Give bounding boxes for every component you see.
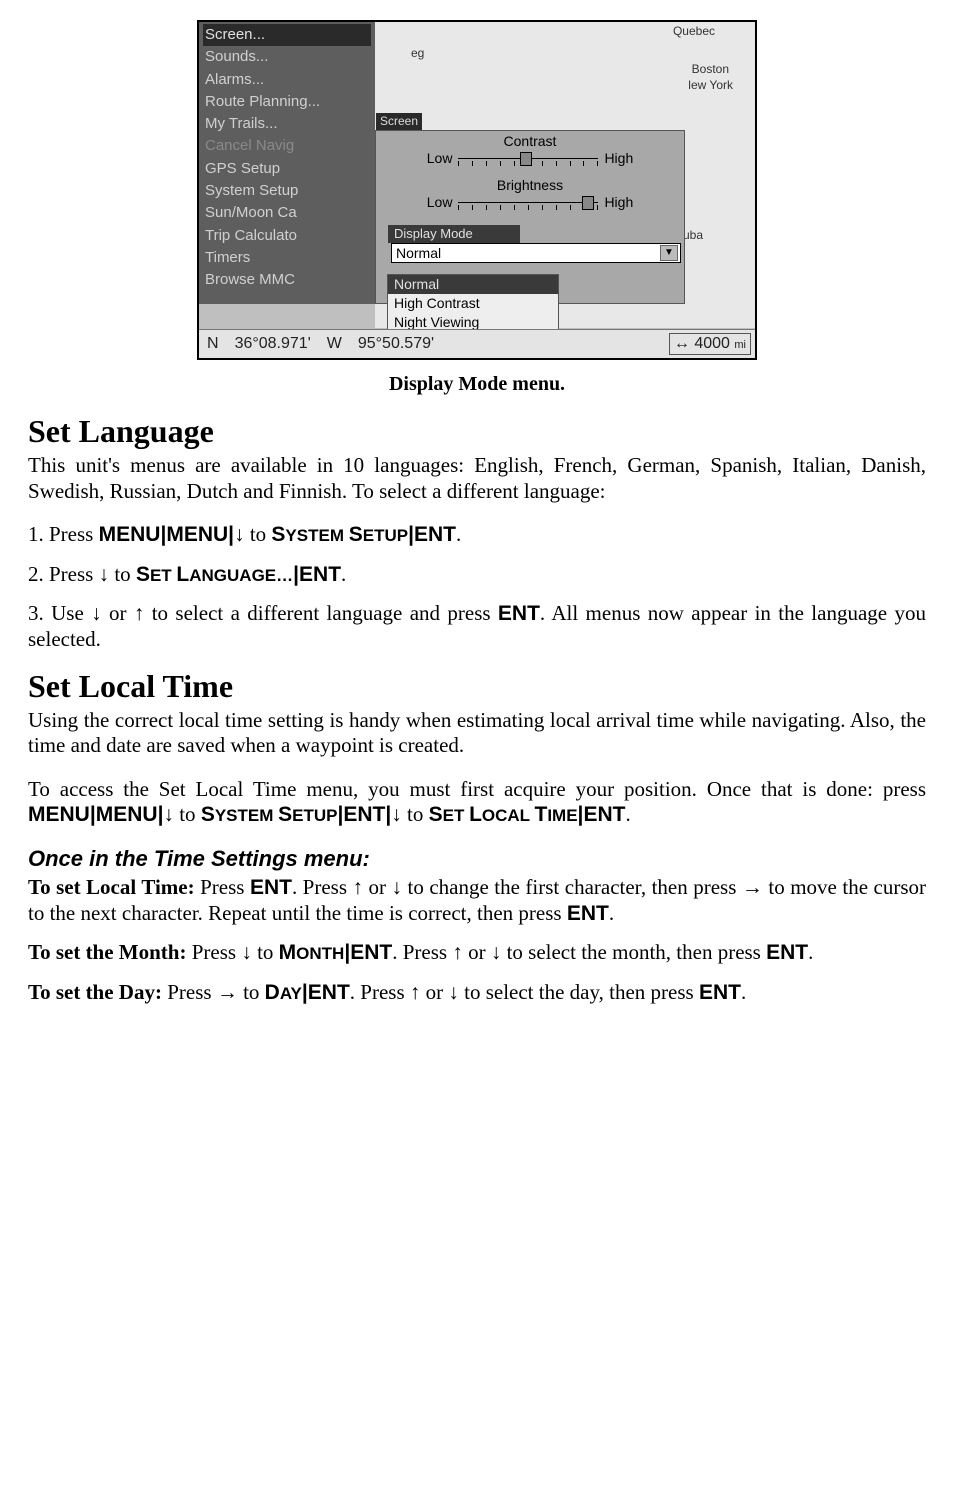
heading-set-local-time: Set Local Time xyxy=(28,667,926,706)
set-month-step: To set the Month: Press ↓ to MONTH|ENT. … xyxy=(28,940,926,966)
display-mode-current: Normal xyxy=(396,245,441,262)
menu-item-cancel-nav[interactable]: Cancel Navig xyxy=(203,135,371,157)
scale-arrow-icon: ↔ xyxy=(674,335,690,352)
contrast-slider-thumb[interactable] xyxy=(520,152,532,166)
screenshot-caption: Display Mode menu. xyxy=(28,372,926,396)
set-local-time-access: To access the Set Local Time menu, you m… xyxy=(28,777,926,828)
map-label-boston: Boston xyxy=(692,62,729,77)
contrast-slider[interactable] xyxy=(458,158,598,159)
display-mode-opt-normal[interactable]: Normal xyxy=(388,275,558,294)
contrast-label: Contrast xyxy=(376,133,684,150)
menu-item-my-trails[interactable]: My Trails... xyxy=(203,113,371,135)
set-language-step-2: 2. Press ↓ to SET LANGUAGE…|ENT. xyxy=(28,562,926,588)
brightness-slider-thumb[interactable] xyxy=(582,196,594,210)
lat-value: 36°08.971' xyxy=(227,334,319,354)
popup-title: Screen xyxy=(376,113,422,130)
menu-item-screen[interactable]: Screen... xyxy=(203,24,371,46)
scale-box: ↔ 4000 mi xyxy=(669,333,751,355)
set-local-time-intro: Using the correct local time setting is … xyxy=(28,708,926,759)
brightness-low-label: Low xyxy=(427,194,453,211)
set-language-intro: This unit's menus are available in 10 la… xyxy=(28,453,926,504)
lat-dir: N xyxy=(199,334,227,354)
menu-item-system-setup[interactable]: System Setup xyxy=(203,180,371,202)
menu-item-sounds[interactable]: Sounds... xyxy=(203,46,371,68)
menu-item-timers[interactable]: Timers xyxy=(203,247,371,269)
map-label-quebec: Quebec xyxy=(673,24,715,39)
display-mode-opt-high-contrast[interactable]: High Contrast xyxy=(388,294,558,313)
scale-unit: mi xyxy=(734,339,746,351)
heading-set-language: Set Language xyxy=(28,412,926,451)
lon-dir: W xyxy=(319,334,350,354)
scale-value: 4000 xyxy=(694,335,730,352)
map-label-eg: eg xyxy=(411,46,424,61)
display-mode-options: Normal High Contrast Night Viewing xyxy=(387,274,559,333)
menu-item-sun-moon[interactable]: Sun/Moon Ca xyxy=(203,202,371,224)
subheading-time-settings: Once in the Time Settings menu: xyxy=(28,846,926,873)
map-label-newyork: lew York xyxy=(688,78,733,93)
set-day-step: To set the Day: Press → to DAY|ENT. Pres… xyxy=(28,980,926,1006)
menu-item-gps-setup[interactable]: GPS Setup xyxy=(203,158,371,180)
display-mode-dropdown[interactable]: Normal ▼ xyxy=(391,243,681,263)
menu-item-browse-mmc[interactable]: Browse MMC xyxy=(203,269,371,291)
set-language-step-1: 1. Press MENU|MENU|↓ to SYSTEM SETUP|ENT… xyxy=(28,522,926,548)
lon-value: 95°50.579' xyxy=(350,334,442,354)
contrast-high-label: High xyxy=(604,150,633,167)
set-local-time-step: To set Local Time: Press ENT. Press ↑ or… xyxy=(28,875,926,926)
menu-item-alarms[interactable]: Alarms... xyxy=(203,69,371,91)
display-mode-label: Display Mode xyxy=(388,225,520,243)
brightness-slider[interactable] xyxy=(458,202,598,203)
system-menu: Screen... Sounds... Alarms... Route Plan… xyxy=(199,22,375,304)
brightness-high-label: High xyxy=(604,194,633,211)
set-language-step-3: 3. Use ↓ or ↑ to select a different lang… xyxy=(28,601,926,652)
menu-item-trip-calc[interactable]: Trip Calculato xyxy=(203,225,371,247)
contrast-low-label: Low xyxy=(427,150,453,167)
menu-item-route-planning[interactable]: Route Planning... xyxy=(203,91,371,113)
status-bar: N 36°08.971' W 95°50.579' ↔ 4000 mi xyxy=(199,329,755,358)
chevron-down-icon[interactable]: ▼ xyxy=(660,245,678,261)
brightness-label: Brightness xyxy=(376,177,684,194)
display-mode-screenshot: Quebec Boston lew York Cuba eg Screen...… xyxy=(197,20,757,360)
